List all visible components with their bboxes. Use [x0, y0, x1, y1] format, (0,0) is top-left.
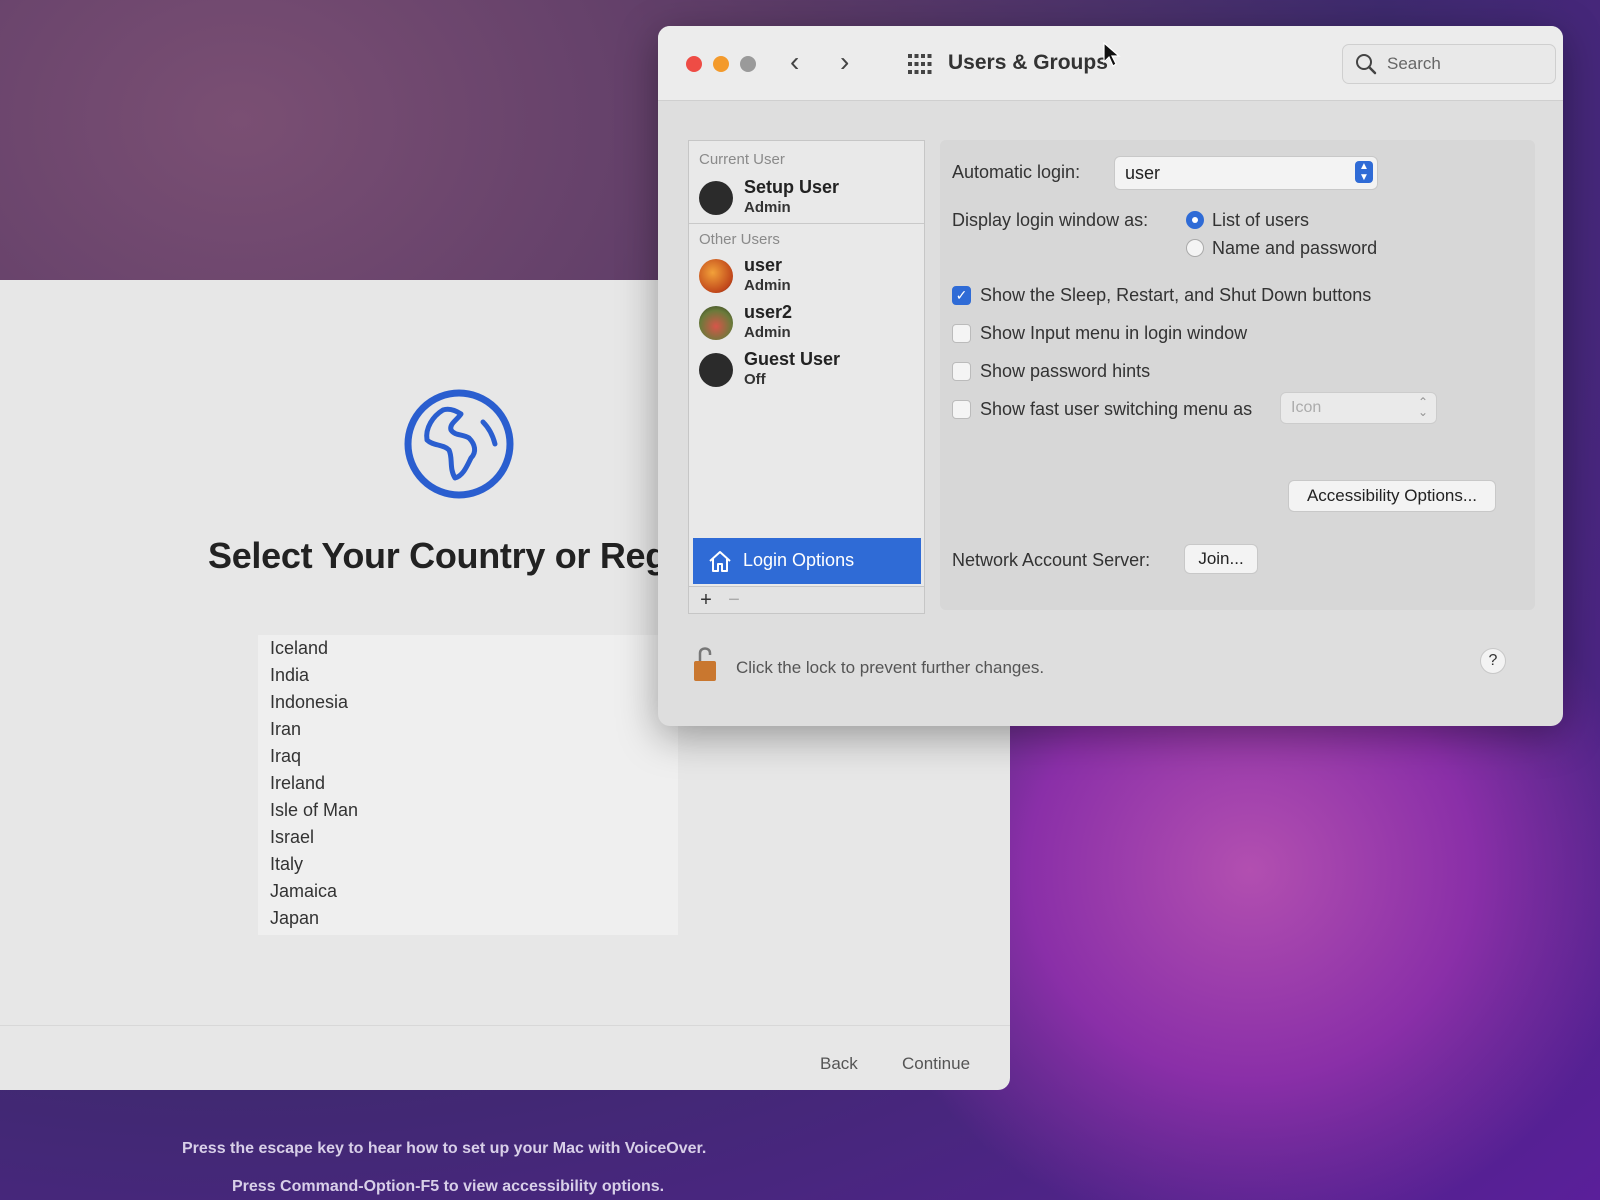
login-options-settings: Automatic login: user ▲ ▼ Display login w… [940, 140, 1535, 610]
help-button[interactable]: ? [1480, 648, 1506, 674]
user-row-guest-user[interactable]: Guest User Off [699, 349, 919, 393]
user-role: Admin [744, 277, 791, 294]
fast-switching-popup[interactable]: Icon ⌃ ⌄ [1280, 392, 1437, 424]
show-all-grid-icon[interactable] [908, 54, 932, 74]
search-field[interactable]: Search [1342, 44, 1556, 84]
show-sleep-checkbox[interactable]: ✓ [952, 286, 971, 305]
window-title: Users & Groups [948, 51, 1108, 74]
list-item[interactable]: Isle of Man [258, 797, 678, 824]
show-fast-switching-label: Show fast user switching menu as [980, 399, 1253, 419]
voiceover-hint: Press the escape key to hear how to set … [182, 1140, 707, 1157]
show-hints-label: Show password hints [980, 361, 1151, 381]
name-and-password-radio[interactable] [1186, 239, 1204, 257]
continue-button[interactable]: Continue [902, 1054, 970, 1074]
join-button[interactable]: Join... [1184, 544, 1258, 574]
list-item[interactable]: Italy [258, 851, 678, 878]
login-options-label: Login Options [743, 550, 855, 570]
divider [689, 223, 924, 224]
users-list-panel: Current User Setup User Admin Other User… [688, 140, 925, 587]
network-account-server-label: Network Account Server: [952, 550, 1151, 570]
user-row-user[interactable]: user Admin [699, 255, 919, 299]
show-input-label: Show Input menu in login window [980, 323, 1248, 343]
show-hints-checkbox[interactable] [952, 362, 971, 381]
list-item[interactable]: Japan [258, 905, 678, 932]
show-sleep-label: Show the Sleep, Restart, and Shut Down b… [980, 285, 1372, 305]
lock-message: Click the lock to prevent further change… [736, 658, 1045, 677]
search-placeholder: Search [1387, 54, 1441, 73]
close-button[interactable] [686, 56, 702, 72]
user-row-user2[interactable]: user2 Admin [699, 302, 919, 346]
current-user-label: Current User [699, 151, 785, 168]
chevron-updown-icon: ⌃ ⌄ [1417, 395, 1428, 419]
list-item[interactable]: Iraq [258, 743, 678, 770]
list-item[interactable]: India [258, 662, 678, 689]
show-fast-switching-checkbox[interactable] [952, 400, 971, 419]
page-title: Select Your Country or Regi [208, 535, 677, 576]
back-arrow-icon[interactable]: ‹ [790, 46, 799, 78]
other-users-label: Other Users [699, 231, 780, 248]
user-row-setup-user[interactable]: Setup User Admin [699, 177, 919, 221]
user-name: user2 [744, 302, 793, 322]
list-item[interactable]: Ireland [258, 770, 678, 797]
user-role: Admin [744, 199, 791, 216]
mouse-cursor-icon [1103, 42, 1121, 67]
display-login-label: Display login window as: [952, 210, 1149, 230]
avatar [699, 181, 733, 215]
list-item[interactable]: Indonesia [258, 689, 678, 716]
minimize-button[interactable] [713, 56, 729, 72]
user-name: Setup User [744, 177, 840, 197]
house-icon [709, 551, 731, 572]
list-tools: + − [688, 587, 925, 614]
list-of-users-radio[interactable] [1186, 211, 1204, 229]
country-list[interactable]: Iceland India Indonesia Iran Iraq Irelan… [258, 635, 678, 935]
automatic-login-value: user [1125, 163, 1161, 183]
users-groups-window: ‹ › Users & Groups Search Current User S… [658, 26, 1563, 726]
list-of-users-label: List of users [1212, 210, 1310, 230]
automatic-login-popup[interactable]: user ▲ ▼ [1114, 156, 1378, 190]
login-options-item[interactable]: Login Options [693, 538, 921, 584]
list-item[interactable]: Jamaica [258, 878, 678, 905]
list-item[interactable]: Iran [258, 716, 678, 743]
back-button[interactable]: Back [820, 1054, 858, 1074]
automatic-login-label: Automatic login: [952, 162, 1081, 182]
list-item[interactable]: Israel [258, 824, 678, 851]
setup-footer: Back Continue [0, 1025, 1010, 1091]
fast-switching-value: Icon [1291, 399, 1322, 416]
avatar [699, 259, 733, 293]
chevron-updown-icon: ▲ ▼ [1355, 161, 1373, 183]
avatar [699, 353, 733, 387]
lock-icon[interactable] [692, 643, 718, 683]
accessibility-options-button[interactable]: Accessibility Options... [1288, 480, 1496, 512]
show-input-checkbox[interactable] [952, 324, 971, 343]
search-icon [1356, 54, 1377, 75]
remove-user-button[interactable]: − [721, 587, 747, 613]
user-name: user [744, 255, 783, 275]
name-and-password-label: Name and password [1212, 238, 1378, 258]
add-user-button[interactable]: + [693, 587, 719, 613]
list-item[interactable]: Iceland [258, 635, 678, 662]
user-role: Off [744, 371, 766, 388]
zoom-button[interactable] [740, 56, 756, 72]
user-role: Admin [744, 324, 791, 341]
forward-arrow-icon[interactable]: › [840, 46, 849, 78]
accessibility-hint: Press Command-Option-F5 to view accessib… [232, 1178, 665, 1195]
globe-icon [404, 389, 514, 499]
avatar [699, 306, 733, 340]
user-name: Guest User [744, 349, 841, 369]
